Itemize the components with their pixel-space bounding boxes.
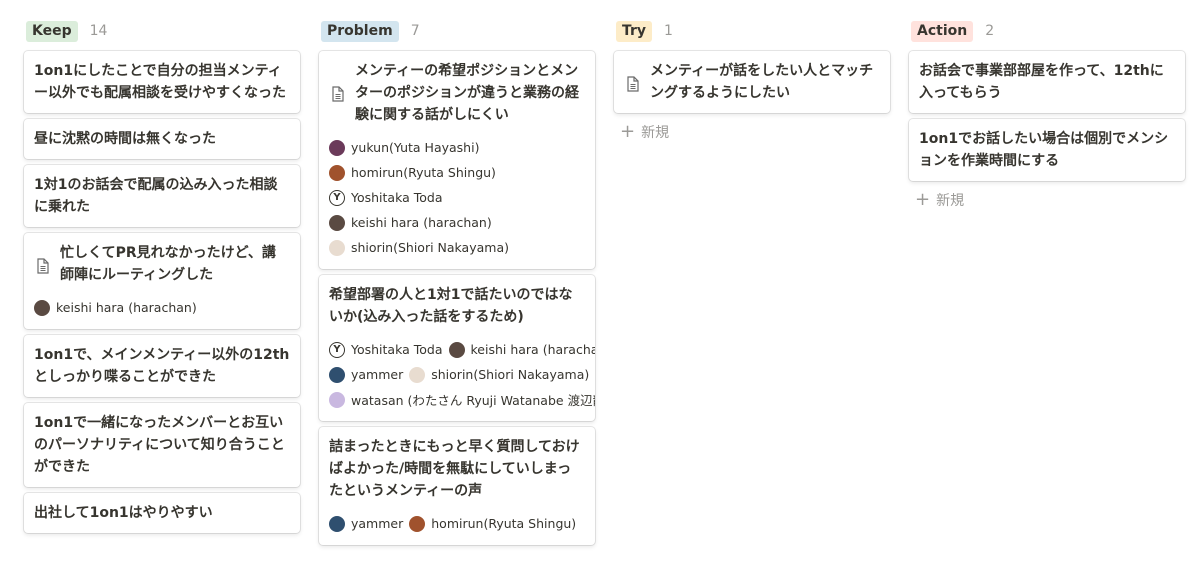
person-chip[interactable]: keishi hara (harachan) xyxy=(448,341,596,358)
new-card-button[interactable]: + 新規 xyxy=(909,187,1185,213)
document-icon xyxy=(332,86,344,102)
column-count-keep: 14 xyxy=(89,23,108,39)
person-name: shiorin(Shiori Nakayama) xyxy=(431,367,590,382)
new-card-label: 新規 xyxy=(641,125,670,141)
card-people: yukun(Yuta Hayashi) homirun(Ryuta Shingu… xyxy=(329,135,585,260)
card-title: 1on1で、メインメンティー以外の12thとしっかり喋ることができた xyxy=(34,347,290,385)
person-name: homirun(Ryuta Shingu) xyxy=(351,165,496,180)
card-title: お話会で事業部部屋を作って、12thに入ってもらう xyxy=(919,63,1164,101)
column-count-try: 1 xyxy=(664,23,673,39)
card-title: 詰まったときにもっと早く質問しておけばよかった/時間を無駄にしていしまったという… xyxy=(329,439,580,499)
new-card-label: 新規 xyxy=(936,193,965,209)
board-card[interactable]: 出社して1on1はやりやすい xyxy=(24,493,300,533)
card-title: 1対1のお話会で配属の込み入った相談に乗れた xyxy=(34,177,278,215)
board-card[interactable]: 詰まったときにもっと早く質問しておけばよかった/時間を無駄にしていしまったという… xyxy=(319,427,595,545)
card-list-keep: 1on1にしたことで自分の担当メンティー以外でも配属相談を受けやすくなった 昼に… xyxy=(24,51,300,539)
avatar xyxy=(329,366,345,383)
person-chip[interactable]: homirun(Ryuta Shingu) xyxy=(329,164,496,181)
person-chip[interactable]: homirun(Ryuta Shingu) xyxy=(409,515,577,532)
person-chip[interactable]: Y Yoshitaka Toda xyxy=(329,189,443,206)
card-title: 希望部署の人と1対1で話たいのではないか(込み入った話をするため) xyxy=(329,287,573,325)
board-card[interactable]: メンティーが話をしたい人とマッチングするようにしたい xyxy=(614,51,890,113)
card-title: 1on1で一緒になったメンバーとお互いのパーソナリティについて知り合うことができ… xyxy=(34,415,285,475)
person-chip[interactable]: yammer xyxy=(329,366,404,383)
avatar xyxy=(329,515,345,532)
card-title: 1on1でお話したい場合は個別でメンションを作業時間にする xyxy=(919,131,1169,169)
person-name: homirun(Ryuta Shingu) xyxy=(431,516,577,531)
column-header-action: Action 2 xyxy=(911,20,994,42)
board-card[interactable]: メンティーの希望ポジションとメンターのポジションが違うと業務の経験に関する話がし… xyxy=(319,51,595,269)
card-title: メンティーの希望ポジションとメンターのポジションが違うと業務の経験に関する話がし… xyxy=(355,63,579,123)
card-title: 出社して1on1はやりやすい xyxy=(34,505,213,521)
board-card[interactable]: 昼に沈黙の時間は無くなった xyxy=(24,119,300,159)
person-chip[interactable]: keishi hara (harachan) xyxy=(34,299,197,316)
card-list-action: お話会で事業部部屋を作って、12thに入ってもらう 1on1でお話したい場合は個… xyxy=(909,51,1185,213)
avatar xyxy=(329,391,345,408)
column-count-problem: 7 xyxy=(410,23,420,39)
avatar: Y xyxy=(329,341,345,358)
document-icon xyxy=(627,76,639,92)
person-chip[interactable]: keishi hara (harachan) xyxy=(329,214,492,231)
card-list-problem: メンティーの希望ポジションとメンターのポジションが違うと業務の経験に関する話がし… xyxy=(319,51,595,551)
person-name: keishi hara (harachan) xyxy=(56,300,197,315)
board-card[interactable]: 1on1で一緒になったメンバーとお互いのパーソナリティについて知り合うことができ… xyxy=(24,403,300,487)
card-people: yammer homirun(Ryuta Shingu) xyxy=(329,511,585,536)
avatar xyxy=(329,139,345,156)
avatar: Y xyxy=(329,189,345,206)
column-header-keep: Keep 14 xyxy=(26,20,107,42)
avatar xyxy=(448,341,465,358)
card-people: keishi hara (harachan) xyxy=(34,295,290,320)
person-name: keishi hara (harachan) xyxy=(351,215,492,230)
person-chip[interactable]: Y Yoshitaka Toda xyxy=(329,341,443,358)
board-card[interactable]: 忙しくてPR見れなかったけど、講師陣にルーティングした keishi hara … xyxy=(24,233,300,329)
avatar xyxy=(34,299,50,316)
person-chip[interactable]: shiorin(Shiori Nakayama) xyxy=(409,366,590,383)
avatar xyxy=(329,214,345,231)
column-tag-action[interactable]: Action xyxy=(911,20,974,42)
board-card[interactable]: 1対1のお話会で配属の込み入った相談に乗れた xyxy=(24,165,300,227)
person-name: watasan (わたさん Ryuji Watanabe 渡辺龍二) xyxy=(351,393,595,408)
card-people: Y Yoshitaka Toda keishi hara (harachan) … xyxy=(329,337,595,412)
column-tag-try[interactable]: Try xyxy=(616,20,653,42)
board-card[interactable]: 希望部署の人と1対1で話たいのではないか(込み入った話をするため) Y Yosh… xyxy=(319,275,595,421)
person-chip[interactable]: yammer xyxy=(329,515,404,532)
column-header-try: Try 1 xyxy=(616,20,673,42)
person-name: yammer xyxy=(351,367,404,382)
person-chip[interactable]: yukun(Yuta Hayashi) xyxy=(329,139,480,156)
column-count-action: 2 xyxy=(985,23,995,39)
board-card[interactable]: 1on1で、メインメンティー以外の12thとしっかり喋ることができた xyxy=(24,335,300,397)
board-card[interactable]: お話会で事業部部屋を作って、12thに入ってもらう xyxy=(909,51,1185,113)
column-header-problem: Problem 7 xyxy=(321,20,420,42)
avatar xyxy=(329,164,345,181)
avatar xyxy=(329,239,345,256)
plus-icon: + xyxy=(620,121,636,142)
person-name: Yoshitaka Toda xyxy=(351,342,443,357)
plus-icon: + xyxy=(915,189,931,210)
person-name: yammer xyxy=(351,516,404,531)
card-list-try: メンティーが話をしたい人とマッチングするようにしたい + 新規 xyxy=(614,51,890,145)
card-title: 忙しくてPR見れなかったけど、講師陣にルーティングした xyxy=(60,245,276,283)
document-icon xyxy=(37,258,49,274)
card-title: メンティーが話をしたい人とマッチングするようにしたい xyxy=(650,63,874,101)
person-chip[interactable]: shiorin(Shiori Nakayama) xyxy=(329,239,509,256)
person-name: shiorin(Shiori Nakayama) xyxy=(351,240,509,255)
board-card[interactable]: 1on1でお話したい場合は個別でメンションを作業時間にする xyxy=(909,119,1185,181)
person-name: yukun(Yuta Hayashi) xyxy=(351,140,480,155)
column-tag-problem[interactable]: Problem xyxy=(321,20,399,42)
card-title: 1on1にしたことで自分の担当メンティー以外でも配属相談を受けやすくなった xyxy=(34,63,286,101)
person-name: keishi hara (harachan) xyxy=(470,342,596,357)
column-tag-keep[interactable]: Keep xyxy=(26,20,78,42)
person-chip[interactable]: watasan (わたさん Ryuji Watanabe 渡辺龍二) xyxy=(329,390,595,409)
person-name: Yoshitaka Toda xyxy=(351,190,443,205)
avatar xyxy=(409,515,426,532)
board-card[interactable]: 1on1にしたことで自分の担当メンティー以外でも配属相談を受けやすくなった xyxy=(24,51,300,113)
new-card-button[interactable]: + 新規 xyxy=(614,119,890,145)
card-title: 昼に沈黙の時間は無くなった xyxy=(34,131,216,147)
avatar xyxy=(409,366,426,383)
